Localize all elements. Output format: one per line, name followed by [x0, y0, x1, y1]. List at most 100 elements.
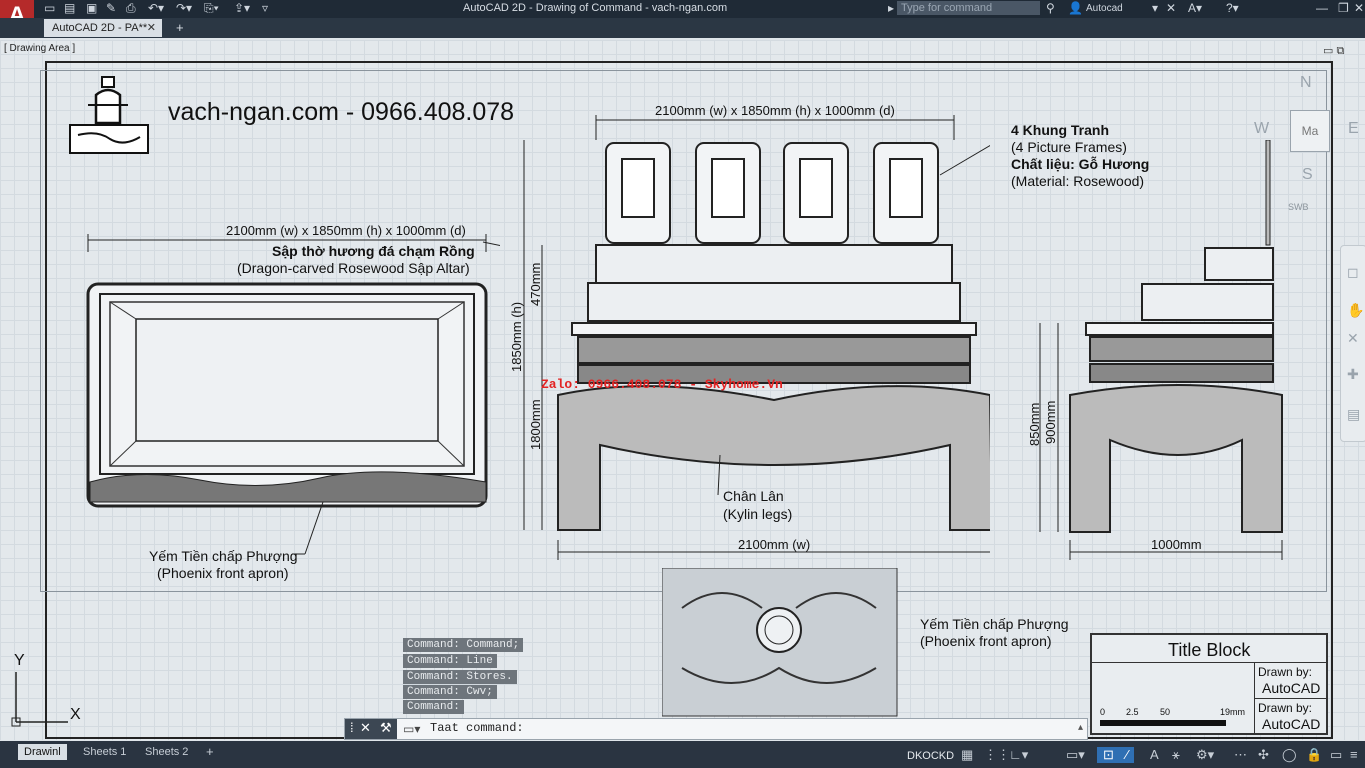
phoenix-apron-detail: [662, 568, 898, 717]
command-input[interactable]: Taat command:: [430, 721, 524, 735]
open-folder-icon[interactable]: ▤: [64, 1, 75, 15]
command-prompt-icon[interactable]: ▭▾: [403, 722, 420, 736]
wcs-menu[interactable]: SWB: [1288, 202, 1309, 212]
tab-drawing[interactable]: AutoCAD 2D - PA** ✕: [44, 19, 162, 37]
scale-label-1: 2.5: [1126, 707, 1139, 717]
drawn-by-value-2: AutoCAD: [1262, 716, 1321, 732]
viewport-controls-icon[interactable]: ▭ ⧉: [1323, 44, 1344, 58]
front-dim-470: 470mm: [528, 262, 543, 306]
viewcube[interactable]: N W E S Ma SWB: [1254, 74, 1359, 212]
scale-bar: [1100, 720, 1226, 726]
add-layout-icon[interactable]: +: [200, 744, 220, 760]
new-tab-icon[interactable]: +: [176, 20, 184, 35]
coordinates-readout[interactable]: DKOCKD: [901, 748, 960, 764]
detail-apron-en: (Phoenix front apron): [920, 633, 1052, 649]
user-name[interactable]: Autocad: [1086, 3, 1123, 14]
save-icon[interactable]: ▣: [86, 1, 97, 15]
command-history-line: Command: Stores.: [403, 670, 517, 684]
ucs-y-label: Y: [14, 652, 25, 669]
minimize-icon[interactable]: —: [1316, 1, 1328, 15]
scale-label-2: 50: [1160, 707, 1171, 717]
search-icon[interactable]: ⚲: [1046, 1, 1055, 15]
help-icon[interactable]: ?▾: [1226, 1, 1239, 15]
left-dim-top: 2100mm (w) x 1850mm (h) x 1000mm (d): [226, 223, 466, 238]
tab-model[interactable]: Drawinl: [18, 744, 67, 760]
command-line-controls: ⁞ ✕ ⚒: [345, 719, 397, 739]
chevron-down-icon[interactable]: ▾: [1152, 1, 1158, 15]
restore-icon[interactable]: ❐: [1338, 1, 1349, 15]
command-history-line: Command: Cwv;: [403, 685, 497, 699]
workspace-icon[interactable]: ⚙▾: [1190, 747, 1220, 763]
command-recent-icon[interactable]: ▴: [1078, 722, 1083, 733]
exchange-icon[interactable]: ✕: [1166, 1, 1176, 15]
navigation-bar[interactable]: ◻ ✋ ✕ ✚ ▤: [1340, 245, 1365, 442]
tab-drawing-label: AutoCAD 2D - PA**: [52, 22, 148, 34]
front-dim-1850: 1850mm (h): [509, 301, 524, 372]
left-name-vi: Sập thờ hương đá chạm Rồng: [272, 243, 475, 259]
viewcube-west[interactable]: W: [1254, 120, 1269, 138]
save-as-icon[interactable]: ✎: [106, 1, 116, 15]
close-icon[interactable]: ✕: [1354, 1, 1364, 15]
command-line[interactable]: ⁞ ✕ ⚒ ▭▾ Taat command: ▴: [344, 718, 1088, 740]
front-dim-bottom: 2100mm (w): [738, 537, 811, 552]
pan-icon[interactable]: ✋: [1347, 302, 1364, 319]
lineweight-icon[interactable]: ∕: [1120, 747, 1135, 763]
file-tab-bar: [0, 18, 1365, 38]
scale-unit: 19mm: [1220, 707, 1246, 717]
orbit-icon[interactable]: ✚: [1347, 366, 1359, 383]
scale-label-0: 0: [1100, 707, 1106, 717]
title-block-heading: Title Block: [1168, 640, 1251, 660]
frames-vi: 4 Khung Tranh: [1011, 122, 1109, 138]
altar-side-elevation: [1039, 140, 1283, 560]
osnap-icon[interactable]: ⊡: [1097, 747, 1120, 763]
viewcube-face[interactable]: Ma: [1290, 110, 1330, 152]
chevron-right-icon[interactable]: ▸: [888, 1, 894, 15]
legs-en: (Kylin legs): [723, 506, 793, 522]
customize-status-icon[interactable]: ⋯: [1228, 747, 1253, 763]
redo-icon[interactable]: ↷▾: [176, 1, 192, 15]
viewcube-east[interactable]: E: [1348, 120, 1359, 138]
customize-icon[interactable]: ▿: [262, 1, 268, 15]
zoom-extents-icon[interactable]: ✕: [1347, 330, 1359, 347]
undo-icon[interactable]: ↶▾: [148, 1, 164, 15]
detail-apron-vi: Yếm Tiền chấp Phượng: [920, 616, 1069, 632]
legs-vi: Chân Lân: [723, 488, 784, 504]
share-icon[interactable]: ⇪▾: [234, 1, 250, 15]
ortho-icon[interactable]: ∟▾: [1003, 747, 1034, 763]
close-command-icon[interactable]: ✕: [360, 720, 371, 736]
left-apron-vi: Yếm Tiền chấp Phượng: [149, 548, 298, 564]
close-tab-icon[interactable]: ✕: [147, 19, 156, 37]
site-title: vach-ngan.com - 0966.408.078: [168, 98, 515, 126]
menu-icon[interactable]: ≡: [1344, 747, 1364, 763]
title-block: Title Block Drawn by: AutoCAD Drawn by: …: [1090, 633, 1328, 735]
steering-wheel-icon[interactable]: ◻: [1347, 264, 1359, 281]
isolate-icon[interactable]: ◯: [1276, 747, 1303, 763]
a360-icon[interactable]: A▾: [1188, 1, 1202, 15]
viewcube-south[interactable]: S: [1302, 166, 1313, 184]
isodraft-icon[interactable]: ▭▾: [1060, 747, 1091, 763]
command-history-line: Command: Line: [403, 654, 497, 668]
tab-sheet-1[interactable]: Sheets 1: [77, 744, 132, 760]
drawn-by-label-1: Drawn by:: [1258, 665, 1313, 679]
showmotion-icon[interactable]: ▤: [1347, 406, 1360, 423]
plot-icon[interactable]: ⎘▾: [204, 1, 219, 16]
search-input[interactable]: Type for command: [897, 1, 1040, 15]
side-dim-850: 850mm: [1027, 402, 1042, 446]
annotation-icon[interactable]: A: [1144, 747, 1165, 763]
tab-sheet-2[interactable]: Sheets 2: [139, 744, 194, 760]
grip-icon[interactable]: ⁞: [350, 720, 354, 735]
user-icon[interactable]: 👤: [1068, 1, 1083, 15]
side-dim-900: 900mm: [1043, 400, 1058, 444]
viewcube-north[interactable]: N: [1300, 74, 1312, 92]
title-bar: A ▭ ▤ ▣ ✎ ⎙ ↶▾ ↷▾ ⎘▾ ⇪▾ ▿ AutoCAD 2D - D…: [0, 0, 1365, 34]
drawn-by-value-1: AutoCAD: [1262, 680, 1321, 696]
pan-status-icon[interactable]: ✣: [1252, 747, 1275, 763]
customize-command-icon[interactable]: ⚒: [380, 720, 392, 736]
new-file-icon[interactable]: ▭: [44, 1, 55, 15]
annoscale-icon[interactable]: ⚹: [1166, 747, 1186, 763]
watermark: Zalo: 0966.408.078 - Skyhome.Vn: [541, 377, 783, 392]
command-history-line: Command: Command;: [403, 638, 524, 652]
print-icon[interactable]: ⎙: [126, 1, 136, 16]
drawing-area-label: [ Drawing Area ]: [4, 43, 76, 54]
grid-icon[interactable]: ▦: [955, 747, 979, 763]
